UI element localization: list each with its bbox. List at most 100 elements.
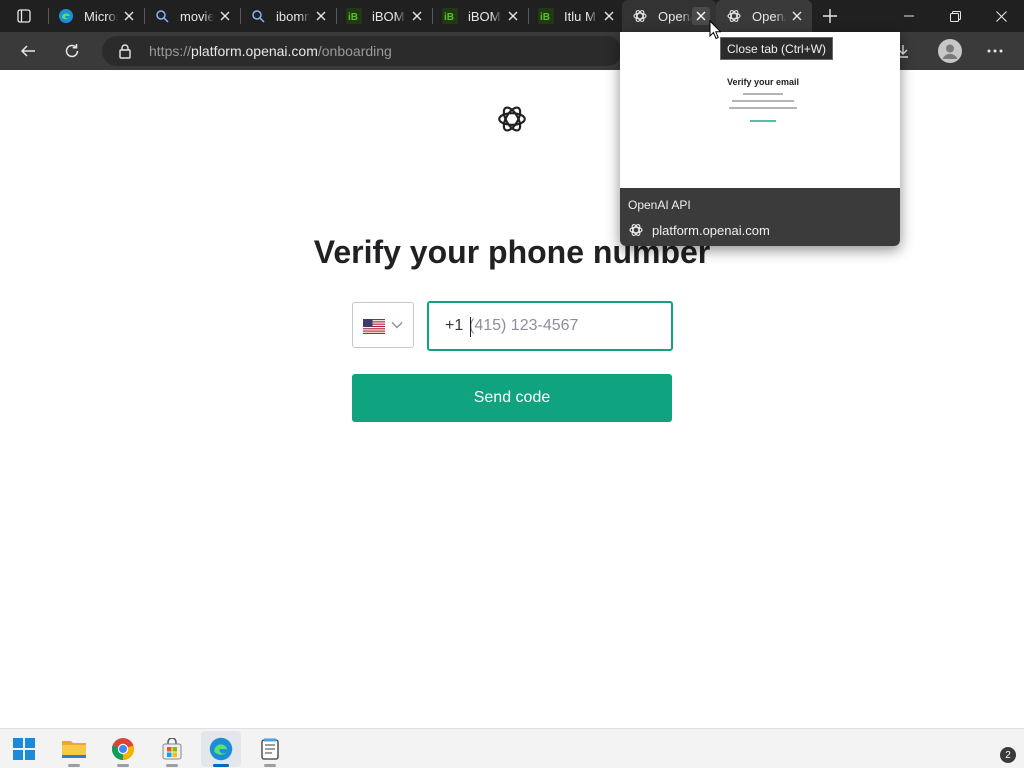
url-scheme: https:// <box>149 43 192 59</box>
close-tab-button[interactable] <box>692 7 710 25</box>
preview-url: platform.openai.com <box>652 223 770 238</box>
country-select[interactable] <box>352 302 414 348</box>
close-tab-button[interactable] <box>788 7 806 25</box>
close-tab-button[interactable] <box>408 7 426 25</box>
new-tab-button[interactable] <box>818 4 842 28</box>
tab-actions-icon <box>17 9 31 23</box>
close-icon <box>220 11 230 21</box>
ibomma-icon: iB <box>442 8 458 24</box>
search-icon <box>154 8 170 24</box>
notification-badge[interactable]: 2 <box>1000 747 1016 763</box>
openai-icon <box>628 222 644 243</box>
profile-button[interactable] <box>935 36 965 66</box>
preview-title: Verify your email <box>726 77 800 87</box>
chrome-icon <box>111 738 135 761</box>
close-icon <box>604 11 614 21</box>
running-indicator <box>68 764 80 767</box>
tab-ibomma-search[interactable]: ibomma <box>240 0 336 32</box>
phone-field[interactable]: +1 <box>427 301 673 351</box>
running-indicator <box>117 764 129 767</box>
taskbar-edge[interactable] <box>201 731 241 767</box>
close-window-button[interactable] <box>978 0 1024 32</box>
running-indicator <box>166 764 178 767</box>
start-button[interactable] <box>4 731 44 767</box>
tab-movies[interactable]: movies <box>144 0 240 32</box>
tab-ibomma-1[interactable]: iB iBOMMA <box>336 0 432 32</box>
tab-strip: Microsoft Edge movies ibomma iB iBOMMA <box>0 0 1024 32</box>
close-icon <box>412 11 422 21</box>
close-tab-tooltip: Close tab (Ctrl+W) <box>720 37 834 60</box>
edge-icon <box>209 737 233 761</box>
close-tab-button[interactable] <box>120 7 138 25</box>
chevron-down-icon <box>391 322 403 329</box>
taskbar: 2 <box>0 728 1024 768</box>
tab-hover-card: Verify your email OpenAI API platform.op… <box>620 32 900 246</box>
tab-title: movies <box>180 8 214 24</box>
restore-icon <box>949 10 961 22</box>
search-icon <box>250 8 266 24</box>
back-button[interactable] <box>13 36 43 66</box>
avatar-icon <box>938 39 962 63</box>
address-bar[interactable]: https://platform.openai.com/onboarding <box>102 36 622 66</box>
tab-openai-hovered[interactable]: OpenAI API <box>622 0 716 32</box>
tab-itlu[interactable]: iB Itlu M <box>528 0 624 32</box>
text-caret <box>470 317 471 337</box>
more-icon <box>987 49 1003 53</box>
close-tab-button[interactable] <box>216 7 234 25</box>
tab-actions-button[interactable] <box>0 0 48 32</box>
tab-title: OpenAI API <box>752 8 786 24</box>
store-icon <box>162 738 182 760</box>
tab-title: ibomma <box>276 8 310 24</box>
ibomma-icon: iB <box>538 8 554 24</box>
tab-microsoft[interactable]: Microsoft Edge <box>48 0 144 32</box>
close-tab-button[interactable] <box>504 7 522 25</box>
taskbar-store[interactable] <box>152 731 192 767</box>
close-icon <box>508 11 518 21</box>
lock-icon <box>118 43 132 64</box>
openai-icon <box>726 8 742 24</box>
close-icon <box>316 11 326 21</box>
close-tab-button[interactable] <box>312 7 330 25</box>
settings-menu-button[interactable] <box>980 36 1010 66</box>
close-icon <box>792 11 802 21</box>
refresh-button[interactable] <box>57 36 87 66</box>
taskbar-chrome[interactable] <box>103 731 143 767</box>
minimize-icon <box>904 15 914 17</box>
notepad-icon <box>261 738 279 760</box>
mouse-pointer-icon <box>709 19 722 45</box>
dial-code: +1 <box>445 317 464 334</box>
us-flag-icon <box>363 319 385 334</box>
refresh-icon <box>65 44 79 58</box>
openai-logo-icon <box>495 102 529 141</box>
phone-input[interactable] <box>469 313 659 339</box>
running-indicator <box>264 764 276 767</box>
url-host: platform.openai.com <box>191 43 318 59</box>
tab-openai-active[interactable]: OpenAI API <box>716 0 812 32</box>
svg-text:iB: iB <box>540 12 550 23</box>
svg-text:iB: iB <box>444 12 454 23</box>
tab-title: iBOMMA <box>372 8 406 24</box>
tab-title: Itlu M <box>564 8 596 24</box>
back-arrow-icon <box>20 45 35 57</box>
file-explorer-icon <box>62 741 86 758</box>
restore-button[interactable] <box>932 0 978 32</box>
tab-title: OpenAI API <box>658 8 692 24</box>
close-tab-button[interactable] <box>600 7 618 25</box>
tab-preview-info: OpenAI API platform.openai.com <box>620 188 900 246</box>
url-path: /onboarding <box>317 43 392 59</box>
tab-title: iBOMMA <box>468 8 502 24</box>
minimize-button[interactable] <box>886 0 932 32</box>
close-icon <box>995 10 1007 22</box>
taskbar-file-explorer[interactable] <box>54 731 94 767</box>
running-indicator <box>213 764 229 767</box>
edge-icon <box>58 8 74 24</box>
taskbar-notepad[interactable] <box>250 731 290 767</box>
send-code-button[interactable]: Send code <box>352 374 672 422</box>
close-icon <box>124 11 134 21</box>
start-icon <box>13 738 35 760</box>
close-icon <box>696 11 706 21</box>
tab-ibomma-2[interactable]: iB iBOMMA <box>432 0 528 32</box>
svg-text:iB: iB <box>348 12 358 23</box>
openai-icon <box>632 8 648 24</box>
url-text: https://platform.openai.com/onboarding <box>149 43 392 59</box>
